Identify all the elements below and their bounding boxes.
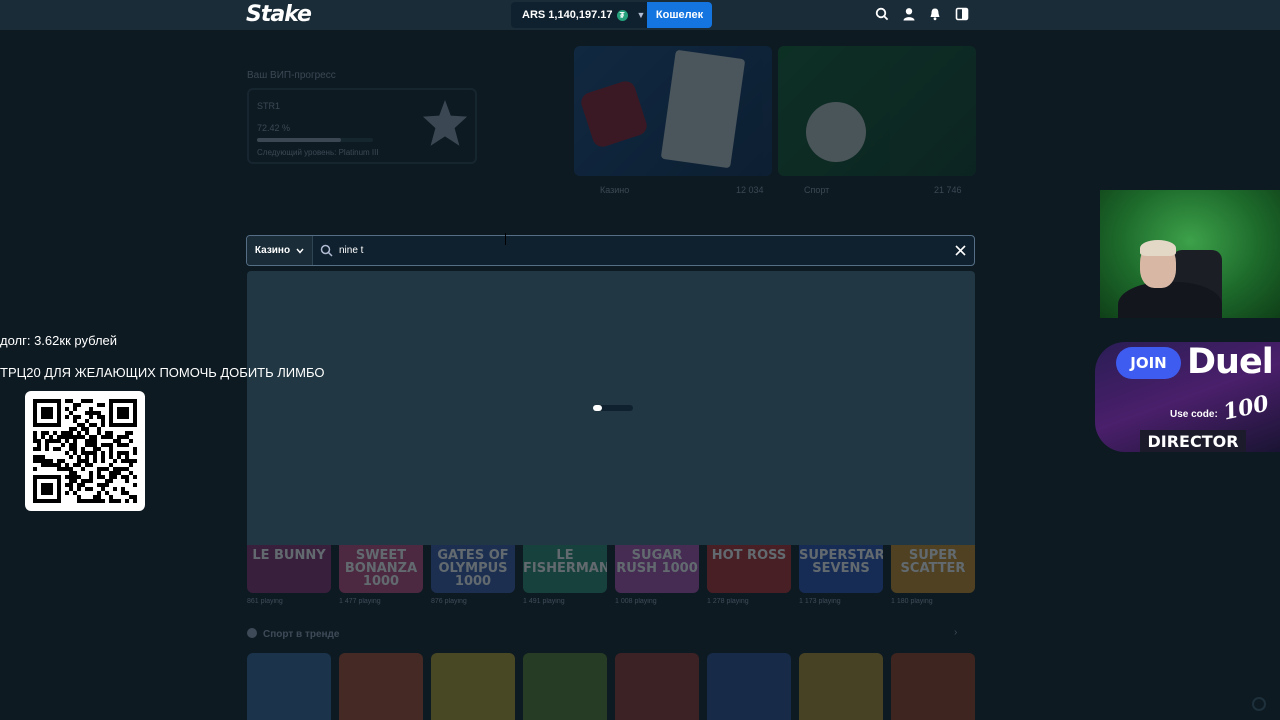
mouse-cursor xyxy=(505,233,511,245)
balance-amount: ARS 1,140,197.17 xyxy=(522,9,613,21)
loading-indicator-dot xyxy=(593,405,602,411)
game-tile[interactable]: SUPERSTAR SEVENS xyxy=(799,545,883,593)
casino-tile-count: 12 034 xyxy=(736,185,764,195)
streamer-body xyxy=(1118,282,1222,318)
balance-selector[interactable]: ARS 1,140,197.17 ₮ ▼ xyxy=(511,2,647,28)
game-tile[interactable]: LE BUNNY xyxy=(247,545,331,593)
trending-icon xyxy=(247,628,257,638)
sport-tile[interactable] xyxy=(615,653,699,720)
tether-coin-icon: ₮ xyxy=(616,9,628,21)
sport-tile[interactable] xyxy=(431,653,515,720)
user-icon[interactable] xyxy=(902,7,916,21)
vip-next-level: Следующий уровень: Platinum III xyxy=(257,148,379,157)
use-code-label: Use code: xyxy=(1170,409,1218,420)
notification-bell-icon[interactable] xyxy=(928,7,942,21)
stake-logo[interactable]: Stake xyxy=(246,2,312,27)
sports-tile-count: 21 746 xyxy=(934,185,962,195)
vip-progress-title: Ваш ВИП-прогресс xyxy=(247,70,336,81)
game-tile[interactable]: LE FISHERMAN xyxy=(523,545,607,593)
chat-sidebar-icon[interactable] xyxy=(955,7,969,21)
qr-code-image xyxy=(33,399,137,503)
top-nav-bar: Stake ARS 1,140,197.17 ₮ ▼ Кошелек xyxy=(0,0,1280,30)
clear-search-icon[interactable] xyxy=(955,245,966,256)
wallet-button[interactable]: Кошелек xyxy=(647,2,712,28)
sport-tile[interactable] xyxy=(799,653,883,720)
game-tile[interactable]: SWEET BONANZA 1000 xyxy=(339,545,423,593)
game-tile[interactable]: SUPER SCATTER xyxy=(891,545,975,593)
game-tile[interactable]: HOT ROSS xyxy=(707,545,791,593)
game-players-count: 1 008 playing xyxy=(615,598,657,605)
join-badge: JOIN xyxy=(1116,347,1181,379)
sports-tile-label: Спорт xyxy=(804,185,830,195)
sport-tile[interactable] xyxy=(339,653,423,720)
search-bar: Казино xyxy=(246,235,975,266)
game-players-count: 1 477 playing xyxy=(339,598,381,605)
duel-ad-banner: JOIN Duel Use code: 100 DIRECTOR xyxy=(1095,342,1280,452)
soccer-ball-image xyxy=(806,102,866,162)
vip-progress-card[interactable]: STR1 72.42 % Следующий уровень: Platinum… xyxy=(247,88,477,164)
webcam-overlay xyxy=(1100,190,1280,318)
appeal-overlay-text: ТРЦ20 ДЛЯ ЖЕЛАЮЩИХ ПОМОЧЬ ДОБИТЬ ЛИМБО xyxy=(0,365,325,380)
search-category-label: Казино xyxy=(254,245,291,256)
game-players-count: 1 180 playing xyxy=(891,598,933,605)
loading-indicator xyxy=(593,405,633,411)
game-players-count: 1 491 playing xyxy=(523,598,565,605)
promo-code: DIRECTOR xyxy=(1140,430,1246,452)
vip-progress-fill xyxy=(257,138,341,142)
search-icon xyxy=(320,244,333,257)
search-category-dropdown[interactable]: Казино xyxy=(247,236,313,265)
sport-tile[interactable] xyxy=(707,653,791,720)
search-results-panel xyxy=(247,271,975,545)
game-players-count: 1 278 playing xyxy=(707,598,749,605)
sports-promo-tile[interactable] xyxy=(778,46,976,176)
qr-code xyxy=(25,391,145,511)
game-tile[interactable]: GATES OF OLYMPUS 1000 xyxy=(431,545,515,593)
dice-image xyxy=(578,78,650,150)
sport-tile[interactable] xyxy=(247,653,331,720)
search-input[interactable] xyxy=(339,236,939,265)
casino-tile-label: Казино xyxy=(600,185,630,195)
game-players-count: 876 playing xyxy=(431,598,467,605)
streamer-hair xyxy=(1140,240,1176,256)
bonus-number: 100 xyxy=(1220,390,1272,426)
game-tile[interactable]: SUGAR RUSH 1000 xyxy=(615,545,699,593)
live-support-icon[interactable] xyxy=(1252,697,1266,711)
vip-progress-percent: 72.42 % xyxy=(257,123,291,133)
vip-rank-star-icon xyxy=(422,100,468,146)
sport-tile[interactable] xyxy=(891,653,975,720)
chevron-right-icon[interactable]: › xyxy=(954,627,957,638)
game-players-count: 1 173 playing xyxy=(799,598,841,605)
sport-tile[interactable] xyxy=(523,653,607,720)
duel-brand: Duel xyxy=(1187,342,1274,382)
ace-card-image xyxy=(660,49,746,169)
trending-sports-title: Спорт в тренде xyxy=(247,628,339,640)
casino-promo-tile[interactable] xyxy=(574,46,772,176)
debt-overlay-text: долг: 3.62кк рублей xyxy=(0,333,118,348)
search-icon[interactable] xyxy=(875,7,889,21)
vip-progress-bar xyxy=(257,138,373,142)
chevron-down-icon xyxy=(296,248,304,254)
vip-level: STR1 xyxy=(257,101,281,111)
game-players-count: 861 playing xyxy=(247,598,283,605)
trending-sports-label: Спорт в тренде xyxy=(263,629,340,640)
chevron-down-icon: ▼ xyxy=(636,10,646,20)
